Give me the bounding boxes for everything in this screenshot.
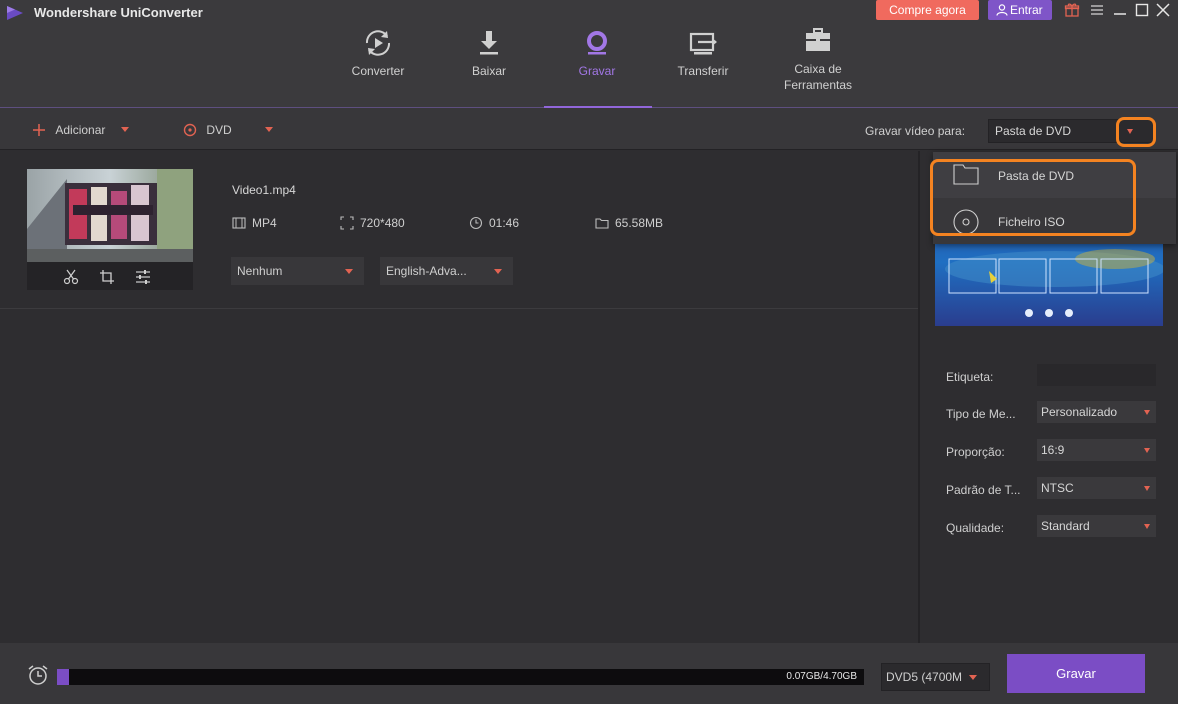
maximize-icon[interactable] — [1134, 2, 1150, 18]
tv-standard-label: Padrão de T... — [946, 483, 1021, 497]
subtitle-dropdown-icon[interactable] — [345, 269, 353, 274]
audio-track-dropdown-icon[interactable] — [494, 269, 502, 274]
schedule-alarm-icon[interactable] — [27, 664, 49, 686]
tab-toolbox[interactable]: Caixa de Ferramentas — [775, 26, 861, 92]
disc-usage-bar: 0.07GB/4.70GB — [57, 669, 864, 685]
gift-icon[interactable] — [1064, 2, 1080, 18]
menu-type-select[interactable]: Personalizado — [1037, 401, 1156, 423]
tab-burn[interactable]: Gravar — [567, 28, 627, 78]
toolbox-icon — [806, 28, 830, 51]
tab-toolbox-label-2: Ferramentas — [783, 78, 853, 92]
file-size: 65.58MB — [595, 216, 663, 230]
minimize-icon[interactable] — [1112, 2, 1128, 18]
quality-select[interactable]: Standard — [1037, 515, 1156, 537]
file-resolution: 720*480 — [340, 216, 405, 230]
tab-transfer-label: Transferir — [677, 64, 729, 78]
plus-icon — [33, 124, 45, 136]
thumbnail-toolbar — [27, 264, 193, 290]
file-duration-value: 01:46 — [489, 216, 520, 230]
file-list: Video1.mp4 MP4 720*480 01:46 65.58MB Nen… — [0, 151, 918, 643]
tab-transfer[interactable]: Transferir — [668, 28, 738, 78]
file-resolution-value: 720*480 — [360, 216, 405, 230]
tab-download[interactable]: Baixar — [459, 28, 519, 78]
quality-label: Qualidade: — [946, 521, 1005, 535]
app-logo-icon — [7, 6, 23, 20]
login-button[interactable]: Entrar — [988, 0, 1052, 20]
video-thumbnail-image — [27, 169, 193, 262]
tv-standard-dropdown-icon[interactable] — [1144, 486, 1150, 491]
add-files-dropdown-icon[interactable] — [120, 127, 129, 132]
resolution-icon — [340, 216, 354, 230]
file-row[interactable]: Video1.mp4 MP4 720*480 01:46 65.58MB Nen… — [0, 151, 918, 309]
video-thumbnail[interactable] — [27, 169, 193, 290]
aspect-ratio-label: Proporção: — [946, 445, 1005, 459]
disc-type-value: DVD5 (4700M — [886, 670, 963, 684]
login-label: Entrar — [1010, 3, 1043, 17]
callout-highlight-menu — [930, 159, 1136, 236]
crop-icon[interactable] — [99, 269, 115, 285]
menu-type-dropdown-icon[interactable] — [1144, 410, 1150, 415]
film-icon — [232, 217, 246, 229]
app-title: Wondershare UniConverter — [34, 5, 203, 20]
dvd-load-label: DVD — [206, 123, 232, 137]
audio-track-select[interactable]: English-Adva... — [380, 257, 513, 285]
dvd-dropdown-icon[interactable] — [265, 127, 274, 132]
file-name: Video1.mp4 — [232, 183, 296, 197]
file-size-value: 65.58MB — [615, 216, 664, 230]
subtitle-value: Nenhum — [237, 264, 283, 278]
buy-now-button[interactable]: Compre agora — [876, 0, 979, 20]
audio-track-value: English-Adva... — [386, 264, 467, 278]
trim-scissors-icon[interactable] — [63, 269, 79, 285]
tv-standard-select[interactable]: NTSC — [1037, 477, 1156, 499]
clock-icon — [469, 216, 483, 230]
disc-type-dropdown-icon[interactable] — [969, 675, 977, 680]
add-files-label: Adicionar — [55, 123, 106, 137]
disc-usage-fill — [57, 669, 69, 685]
burn-to-value: Pasta de DVD — [995, 124, 1072, 138]
dvd-disc-icon — [183, 123, 197, 137]
effects-sliders-icon[interactable] — [135, 269, 151, 285]
file-format-value: MP4 — [252, 216, 277, 230]
close-icon[interactable] — [1155, 2, 1171, 18]
tab-toolbox-label-1: Caixa de — [794, 62, 842, 76]
tab-burn-label: Gravar — [578, 64, 616, 78]
menu-type-value: Personalizado — [1041, 405, 1118, 419]
folder-small-icon — [595, 218, 609, 229]
menu-icon[interactable] — [1089, 2, 1105, 18]
menu-type-label: Tipo de Me... — [946, 407, 1016, 421]
bottom-bar: 0.07GB/4.70GB DVD5 (4700M Gravar — [0, 643, 1178, 704]
user-icon — [996, 4, 1008, 16]
burn-disc-icon — [587, 31, 607, 55]
dvd-load-button[interactable]: DVD — [183, 123, 274, 137]
aspect-ratio-value: 16:9 — [1041, 443, 1065, 457]
subtitle-select[interactable]: Nenhum — [231, 257, 364, 285]
title-bar: Wondershare UniConverter Compre agora En… — [0, 0, 1178, 108]
disc-label-label: Etiqueta: — [946, 370, 994, 384]
callout-highlight — [1116, 117, 1156, 147]
burn-to-label: Gravar vídeo para: — [865, 124, 966, 138]
tab-download-label: Baixar — [471, 64, 506, 78]
tab-converter[interactable]: Converter — [343, 28, 413, 78]
quality-dropdown-icon[interactable] — [1144, 524, 1150, 529]
file-format: MP4 — [232, 216, 277, 230]
download-icon — [480, 31, 498, 55]
transfer-icon — [689, 32, 717, 55]
add-files-button[interactable]: Adicionar — [32, 123, 129, 137]
convert-icon — [365, 30, 391, 56]
tv-standard-value: NTSC — [1041, 481, 1074, 495]
tab-converter-label: Converter — [351, 64, 405, 78]
aspect-ratio-select[interactable]: 16:9 — [1037, 439, 1156, 461]
disc-type-select[interactable]: DVD5 (4700M — [881, 663, 990, 691]
file-duration: 01:46 — [469, 216, 519, 230]
disc-label-input[interactable] — [1037, 364, 1156, 386]
quality-value: Standard — [1041, 519, 1090, 533]
burn-button[interactable]: Gravar — [1007, 654, 1145, 693]
aspect-ratio-dropdown-icon[interactable] — [1144, 448, 1150, 453]
disc-usage-text: 0.07GB/4.70GB — [786, 671, 857, 682]
